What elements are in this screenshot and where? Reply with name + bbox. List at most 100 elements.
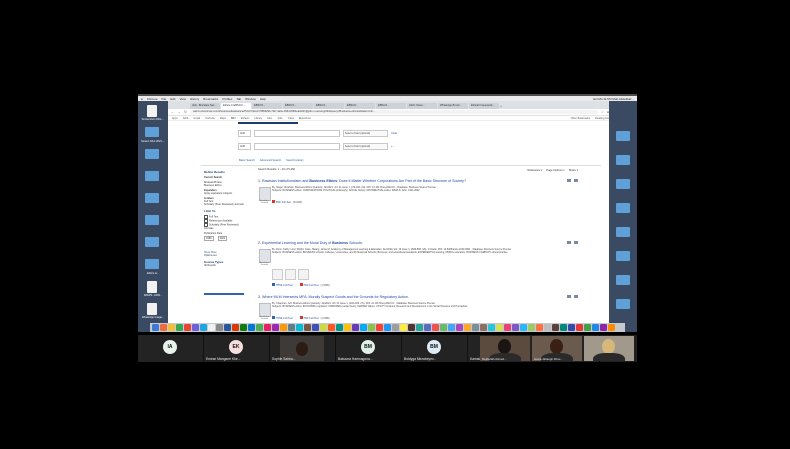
dock-app-icon[interactable] [440, 324, 447, 331]
result-title[interactable]: 3.Where MLM Intersects MFA: Morally Susp… [258, 295, 578, 299]
document-icon[interactable] [147, 105, 157, 117]
back-icon[interactable]: ← [171, 110, 175, 114]
url-field[interactable]: web.b.ebscohost.com/ehost/resultsadvance… [189, 110, 598, 114]
search-term-input[interactable] [254, 129, 340, 137]
title-text[interactable]: Rawlsian Institutionalism and [262, 179, 308, 183]
figure-thumbnail[interactable] [298, 269, 309, 280]
bookmark-item[interactable]: YouTube [205, 117, 215, 120]
dock-app-icon[interactable] [432, 324, 439, 331]
boolean-operator-select[interactable]: AND [238, 142, 251, 150]
figure-thumbnail[interactable] [285, 269, 296, 280]
dock-app-icon[interactable] [520, 324, 527, 331]
dock-app-icon[interactable] [352, 324, 359, 331]
apple-icon[interactable]: ● [141, 97, 143, 101]
dock-app-icon[interactable] [472, 324, 479, 331]
menu-history[interactable]: History [190, 97, 199, 101]
expander-value[interactable]: Apply equivalent subjects [204, 192, 248, 195]
title-highlight[interactable]: Business Ethics [309, 179, 337, 183]
dock-app-icon[interactable] [184, 324, 191, 331]
share-dropdown[interactable]: Share ▾ [569, 168, 578, 174]
dock-app-icon[interactable] [408, 324, 415, 331]
bookmark-item[interactable]: Gmail [193, 117, 200, 120]
journal-thumbnail-icon[interactable] [259, 249, 271, 263]
dock-app-icon[interactable] [512, 324, 519, 331]
forward-icon[interactable]: → [178, 110, 182, 114]
bookmark-item[interactable]: Other Bookmarks [571, 117, 590, 120]
dock-app-icon[interactable] [328, 324, 335, 331]
bookmark-item[interactable]: SAIS [183, 117, 189, 120]
dock-app-icon[interactable] [400, 324, 407, 331]
dock-app-icon[interactable] [192, 324, 199, 331]
limit-scholarly[interactable]: Scholarly (Peer Reviewed) Journals [204, 223, 248, 230]
field-select[interactable]: Select a Field (optional) [343, 142, 388, 150]
dock-app-icon[interactable] [456, 324, 463, 331]
dock-app-icon[interactable] [264, 324, 271, 331]
dock-app-icon[interactable] [168, 324, 175, 331]
pdf-full-text-link[interactable]: PDF Full Text (1.9MB) [299, 283, 330, 287]
advanced-search-link[interactable]: Advanced Search [260, 159, 281, 162]
link-label[interactable]: HTML Full Text [276, 317, 293, 320]
menu-edit[interactable]: Edit [170, 97, 175, 101]
bookmark-item[interactable]: Apps [172, 117, 178, 120]
dock-app-icon[interactable] [600, 324, 607, 331]
title-text[interactable]: Experiential Learning and the Moral Duty… [262, 241, 331, 245]
dock-app-icon[interactable] [200, 324, 207, 331]
folder-icon[interactable] [145, 171, 159, 181]
search-term-input[interactable] [254, 142, 340, 150]
dock-app-icon[interactable] [496, 324, 503, 331]
dock-app-icon[interactable] [392, 324, 399, 331]
bookmark-item[interactable]: BBC [231, 117, 236, 120]
dock-app-icon[interactable] [424, 324, 431, 331]
dock-app-icon[interactable] [608, 324, 615, 331]
pdf-full-text-link[interactable]: PDF Full Text (1.0MB) [299, 316, 330, 320]
dock-app-icon[interactable] [384, 324, 391, 331]
menu-chrome[interactable]: Chrome [147, 97, 158, 101]
folder-icon[interactable] [616, 275, 630, 285]
menu-bookmarks[interactable]: Bookmarks [203, 97, 218, 101]
search-history-link[interactable]: Search History [286, 159, 304, 162]
star-icon[interactable]: ☆ [601, 110, 604, 114]
dock-app-icon[interactable] [568, 324, 575, 331]
dock-app-icon[interactable] [312, 324, 319, 331]
menu-window[interactable]: Window [245, 97, 256, 101]
folder-icon[interactable] [616, 155, 630, 165]
preview-icon[interactable] [567, 179, 571, 182]
dock-app-icon[interactable] [208, 324, 215, 331]
add-to-folder-icon[interactable] [574, 295, 578, 298]
folder-icon[interactable] [616, 203, 630, 213]
preview-icon[interactable] [567, 241, 571, 244]
dock-app-icon[interactable] [304, 324, 311, 331]
folder-icon[interactable] [616, 227, 630, 237]
folder-icon[interactable] [145, 215, 159, 225]
pub-date-to[interactable]: 2021 [217, 236, 228, 241]
title-text[interactable]: : Does It Matter Whether Corporations Ar… [337, 179, 466, 183]
document-icon[interactable] [147, 281, 157, 293]
link-label[interactable]: PDF Full Text [304, 284, 319, 287]
folder-icon[interactable] [145, 237, 159, 247]
bookmark-item[interactable]: Library [254, 117, 262, 120]
menu-file[interactable]: File [161, 97, 166, 101]
folder-icon[interactable] [145, 149, 159, 159]
bookmark-item[interactable]: Trans [288, 117, 294, 120]
dock-app-icon[interactable] [368, 324, 375, 331]
all-results-option[interactable]: All Results [204, 264, 248, 267]
limiter-scholarly[interactable]: Scholarly (Peer Reviewed) Journals [204, 203, 248, 206]
dock-app-icon[interactable] [536, 324, 543, 331]
dock-app-icon[interactable] [416, 324, 423, 331]
dock-app-icon[interactable] [592, 324, 599, 331]
dock-app-icon[interactable] [176, 324, 183, 331]
dock-app-icon[interactable] [448, 324, 455, 331]
pdf-full-text-link[interactable]: PDF Full Text (611KB) [272, 200, 302, 204]
menu-tab[interactable]: Tab [236, 97, 241, 101]
link-label[interactable]: PDF Full Text [304, 317, 319, 320]
dock-app-icon[interactable] [504, 324, 511, 331]
dock-app-icon[interactable] [240, 324, 247, 331]
dock-app-icon[interactable] [216, 324, 223, 331]
dock-app-icon[interactable] [160, 324, 167, 331]
folder-icon[interactable] [616, 251, 630, 261]
folder-icon[interactable] [145, 259, 159, 269]
dock-app-icon[interactable] [480, 324, 487, 331]
folder-icon[interactable] [616, 131, 630, 141]
title-text[interactable]: Where MLM Intersects MFA: Morally Suspec… [262, 295, 409, 299]
dock-app-icon[interactable] [320, 324, 327, 331]
